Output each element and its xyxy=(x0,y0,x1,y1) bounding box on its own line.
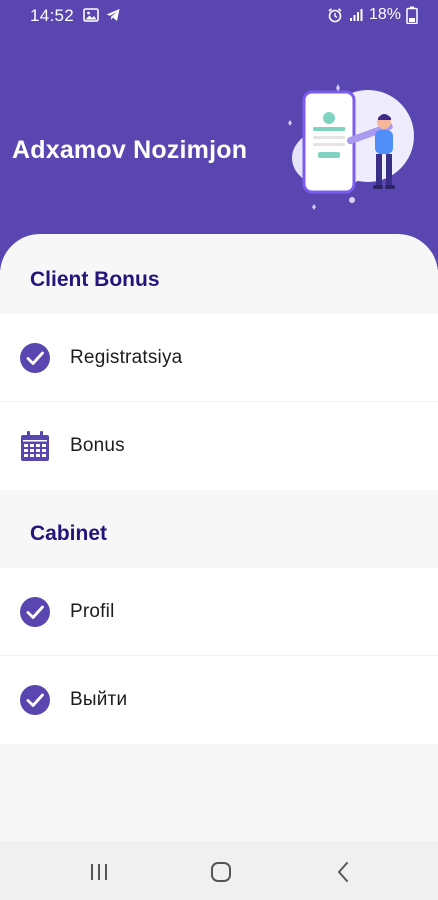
menu-sheet: Client Bonus Registratsiya Bonus Cabinet… xyxy=(0,234,438,842)
user-name: Adxamov Nozimjon xyxy=(12,136,248,164)
recent-apps-icon[interactable] xyxy=(86,860,112,884)
status-indicators: 18% xyxy=(327,6,418,24)
check-circle-icon xyxy=(20,596,50,627)
calendar-icon xyxy=(21,431,49,461)
home-icon[interactable] xyxy=(208,860,234,884)
battery-icon xyxy=(406,6,418,24)
profile-header: 14:52 18% Adxamov Nozimjon xyxy=(0,0,438,270)
app-screen: 14:52 18% Adxamov Nozimjon Client Bonus … xyxy=(0,0,438,900)
menu-label-bonus: Bonus xyxy=(70,435,125,456)
signal-icon xyxy=(349,9,363,21)
section-title-cabinet: Cabinet xyxy=(30,522,108,545)
check-circle-icon xyxy=(20,342,50,373)
navigation-bar xyxy=(0,842,438,900)
menu-item-profil[interactable]: Profil xyxy=(0,568,438,656)
menu-label-profil: Profil xyxy=(70,600,115,622)
section-cabinet: Profil Выйти xyxy=(0,568,438,744)
battery-percent: 18% xyxy=(368,6,401,23)
section-client-bonus: Registratsiya Bonus xyxy=(0,314,438,490)
check-circle-icon xyxy=(20,685,50,715)
image-icon xyxy=(83,8,99,22)
status-time: 14:52 xyxy=(30,6,75,25)
menu-item-bonus[interactable]: Bonus xyxy=(0,402,438,490)
menu-item-logout[interactable]: Выйти xyxy=(0,656,438,744)
phone-registration-illustration xyxy=(288,84,414,210)
back-icon[interactable] xyxy=(331,860,357,884)
section-title-client-bonus: Client Bonus xyxy=(30,268,160,291)
telegram-icon xyxy=(106,9,120,21)
notification-icons xyxy=(83,7,121,23)
status-bar: 14:52 18% xyxy=(0,0,438,32)
alarm-icon xyxy=(328,8,342,23)
menu-label-registratsiya: Registratsiya xyxy=(70,346,183,368)
menu-label-logout: Выйти xyxy=(70,689,128,710)
menu-item-registratsiya[interactable]: Registratsiya xyxy=(0,314,438,402)
